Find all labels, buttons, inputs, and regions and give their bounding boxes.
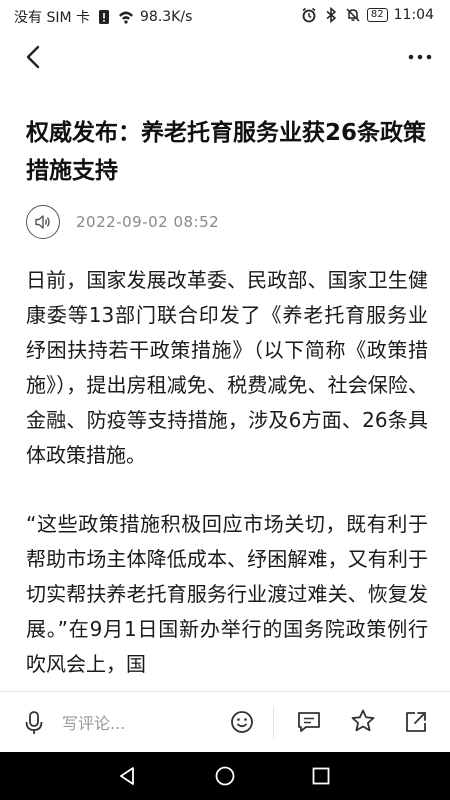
- alarm-icon: [302, 7, 316, 23]
- system-home-button[interactable]: [214, 765, 236, 787]
- sim-alert-icon: [99, 10, 109, 24]
- system-back-button[interactable]: [116, 765, 138, 787]
- microphone-icon: [25, 711, 43, 734]
- emoji-icon: [231, 711, 253, 733]
- article-paragraph: “这些政策措施积极回应市场关切，既有利于帮助市场主体降低成本、纾困解难，又有利于…: [26, 512, 428, 676]
- back-button[interactable]: [18, 40, 50, 74]
- comment-bar: 写评论...: [0, 691, 450, 753]
- clock-text: 11:04: [393, 7, 434, 23]
- status-bar: 没有 SIM 卡 98.3K/s 82 11:04: [0, 0, 450, 32]
- wifi-icon: [119, 11, 133, 24]
- comment-icon: [298, 712, 320, 732]
- carrier-text: 没有 SIM 卡: [14, 10, 90, 26]
- publish-date: 2022-09-02 08:52: [76, 213, 220, 231]
- divider: [273, 706, 274, 738]
- mute-bell-icon: [346, 8, 360, 22]
- comment-input[interactable]: 写评论...: [62, 712, 202, 736]
- article-paragraph: 日前，国家发展改革委、民政部、国家卫生健康委等13部门联合印发了《养老托育服务业…: [26, 268, 428, 467]
- voice-input-button[interactable]: [22, 710, 46, 736]
- square-recents-icon: [312, 767, 330, 785]
- favorite-button[interactable]: [350, 708, 376, 734]
- article-meta: 2022-09-02 08:52: [26, 204, 219, 240]
- share-button[interactable]: [404, 710, 428, 734]
- comments-button[interactable]: [296, 710, 322, 734]
- circle-home-icon: [215, 766, 235, 786]
- system-recents-button[interactable]: [310, 765, 332, 787]
- share-icon: [406, 712, 426, 732]
- bluetooth-icon: [326, 7, 337, 23]
- battery-level: 82: [366, 8, 388, 22]
- star-icon: [351, 709, 375, 732]
- more-dots-icon: [408, 54, 432, 60]
- emoji-button[interactable]: [230, 710, 254, 734]
- more-button[interactable]: [406, 46, 434, 68]
- audio-play-button[interactable]: [26, 205, 60, 239]
- triangle-back-icon: [120, 767, 134, 785]
- net-speed-text: 98.3K/s: [140, 9, 193, 25]
- article-title: 权威发布：养老托育服务业获26条政策措施支持: [26, 120, 427, 184]
- speaker-icon: [35, 215, 50, 229]
- article-body: 日前，国家发展改革委、民政部、国家卫生健康委等13部门联合印发了《养老托育服务业…: [26, 263, 428, 691]
- system-nav-bar: [0, 752, 450, 800]
- nav-bar: [0, 32, 450, 82]
- back-arrow-icon: [26, 45, 40, 69]
